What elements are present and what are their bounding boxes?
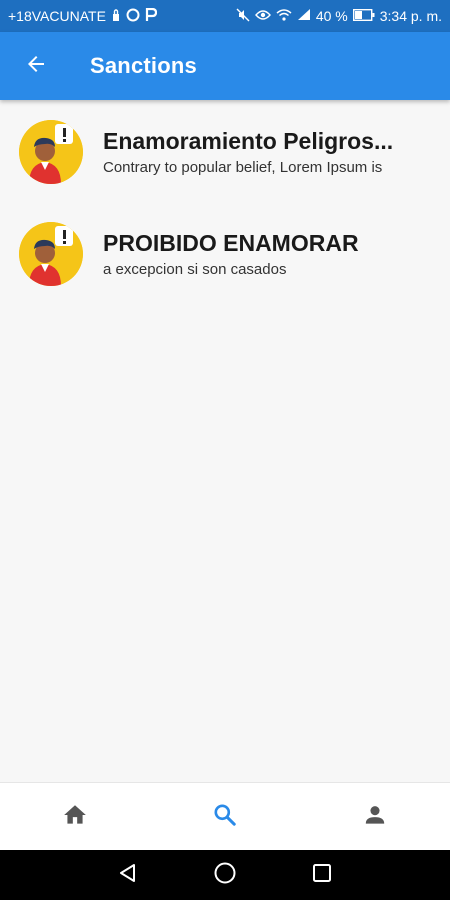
app-bar: Sanctions	[0, 32, 450, 100]
back-button[interactable]	[0, 32, 72, 100]
person-alert-avatar	[19, 120, 83, 184]
mute-icon	[236, 8, 250, 25]
nav-profile-button[interactable]	[335, 787, 415, 847]
sanction-title: Enamoramiento Peligros...	[103, 128, 394, 154]
status-left-text: +18VACUNATE	[8, 8, 106, 24]
signal-icon	[297, 8, 311, 24]
list-item-text: PROIBIDO ENAMORAR a excepcion si son cas…	[103, 230, 432, 278]
nav-home-button[interactable]	[35, 787, 115, 847]
list-item-text: Enamoramiento Peligros... Contrary to po…	[103, 128, 432, 176]
system-home-button[interactable]	[205, 855, 245, 895]
list-item[interactable]: Enamoramiento Peligros... Contrary to po…	[0, 102, 450, 202]
status-bar-right: 40 % 3:34 p. m.	[236, 8, 442, 25]
page-title: Sanctions	[90, 53, 197, 78]
home-circle-icon	[213, 861, 237, 890]
eye-icon	[254, 8, 271, 24]
person-icon	[362, 802, 388, 833]
sanction-subtitle: Contrary to popular belief, Lorem Ipsum …	[103, 159, 383, 176]
system-back-button[interactable]	[108, 855, 148, 895]
status-time: 3:34 p. m.	[379, 8, 442, 24]
nav-search-button[interactable]	[185, 787, 265, 847]
list-item[interactable]: PROIBIDO ENAMORAR a excepcion si son cas…	[0, 204, 450, 304]
home-icon	[62, 802, 88, 833]
sanction-title: PROIBIDO ENAMORAR	[103, 230, 359, 256]
status-bar: +18VACUNATE 40 % 3:34 p. m.	[0, 0, 450, 32]
battery-percentage: 40 %	[315, 8, 348, 24]
back-triangle-icon	[117, 862, 139, 889]
battery-icon	[352, 8, 375, 24]
status-bar-left: +18VACUNATE	[8, 7, 158, 25]
lock-icon	[111, 8, 121, 24]
recents-square-icon	[312, 863, 332, 888]
search-icon	[212, 802, 238, 833]
sanction-subtitle: a excepcion si son casados	[103, 261, 287, 278]
wifi-icon	[276, 8, 292, 24]
person-alert-avatar	[19, 222, 83, 286]
system-navigation-bar	[0, 850, 450, 900]
system-recents-button[interactable]	[302, 855, 342, 895]
p-icon	[145, 7, 158, 25]
bottom-navigation	[0, 782, 450, 851]
opera-icon	[126, 8, 140, 25]
sanctions-list: Enamoramiento Peligros... Contrary to po…	[0, 100, 450, 782]
arrow-back-icon	[24, 52, 48, 81]
